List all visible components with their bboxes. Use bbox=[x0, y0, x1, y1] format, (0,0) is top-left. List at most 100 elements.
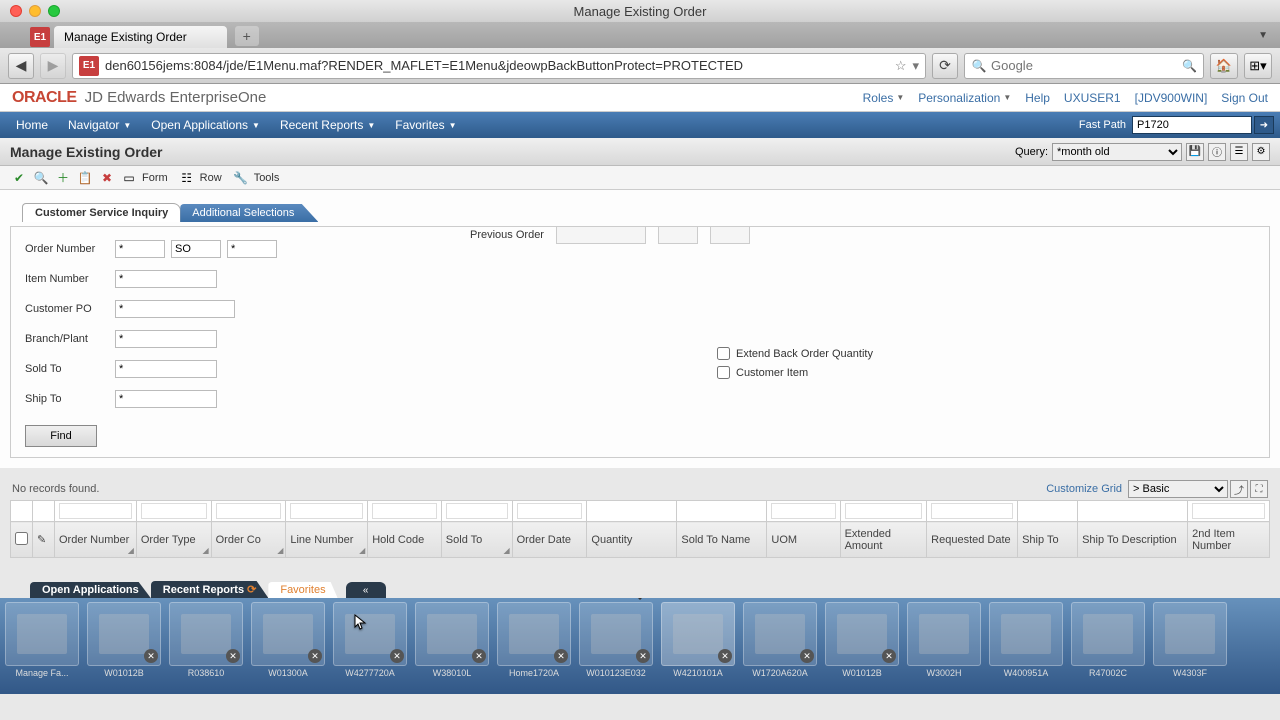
order-type-input[interactable] bbox=[171, 240, 221, 258]
carousel-close-icon[interactable]: ✕ bbox=[718, 649, 732, 663]
filter-order-type[interactable] bbox=[141, 503, 207, 519]
roles-link[interactable]: Roles▼ bbox=[863, 91, 905, 105]
carousel-item[interactable]: ✕W38010L bbox=[412, 602, 492, 692]
nav-back-button[interactable]: ◀ bbox=[8, 53, 34, 79]
menu-recent-reports[interactable]: Recent Reports▼ bbox=[270, 112, 385, 138]
tab-customer-service-inquiry[interactable]: Customer Service Inquiry bbox=[22, 203, 181, 222]
col-checkbox[interactable] bbox=[11, 522, 33, 558]
window-minimize[interactable] bbox=[29, 5, 41, 17]
carousel-close-icon[interactable]: ✕ bbox=[636, 649, 650, 663]
col-quantity[interactable]: Quantity bbox=[587, 522, 677, 558]
window-close[interactable] bbox=[10, 5, 22, 17]
query-action-3[interactable]: ⚙ bbox=[1252, 143, 1270, 161]
add-icon[interactable]: ＋ bbox=[54, 169, 72, 187]
grid-maximize-icon[interactable]: ⛶ bbox=[1250, 480, 1268, 498]
grid-export-icon[interactable]: ⤴ bbox=[1230, 480, 1248, 498]
carousel-item[interactable]: W3002H bbox=[904, 602, 984, 692]
carousel-item[interactable]: Manage Fa... bbox=[2, 602, 82, 692]
item-number-input[interactable] bbox=[115, 270, 217, 288]
col-2nd-item[interactable]: 2nd Item Number bbox=[1188, 522, 1270, 558]
tools-icon[interactable]: 🔧 bbox=[232, 169, 250, 187]
row-icon[interactable]: ☷ bbox=[178, 169, 196, 187]
filter-2nd-item[interactable] bbox=[1192, 503, 1265, 519]
carousel-item[interactable]: ✕W01300A bbox=[248, 602, 328, 692]
menu-open-applications[interactable]: Open Applications▼ bbox=[141, 112, 270, 138]
col-ship-to-desc[interactable]: Ship To Description bbox=[1078, 522, 1188, 558]
reload-button[interactable]: ⟳ bbox=[932, 53, 958, 79]
order-number-input[interactable] bbox=[115, 240, 165, 258]
carousel-close-icon[interactable]: ✕ bbox=[472, 649, 486, 663]
url-bar[interactable]: E1 ☆ ▾ bbox=[72, 53, 926, 79]
carousel-item[interactable]: ✕Home1720A bbox=[494, 602, 574, 692]
col-order-number[interactable]: Order Number◢ bbox=[55, 522, 137, 558]
col-extended-amount[interactable]: Extended Amount bbox=[840, 522, 927, 558]
menu-navigator[interactable]: Navigator▼ bbox=[58, 112, 141, 138]
find-icon[interactable]: 🔍 bbox=[32, 169, 50, 187]
col-order-co[interactable]: Order Co◢ bbox=[211, 522, 286, 558]
filter-hold-code[interactable] bbox=[372, 503, 437, 519]
tab-additional-selections[interactable]: Additional Selections bbox=[180, 204, 318, 222]
search-box[interactable]: 🔍 🔍 bbox=[964, 53, 1204, 79]
col-requested-date[interactable]: Requested Date bbox=[927, 522, 1018, 558]
extensions-button[interactable]: ⊞▾ bbox=[1244, 53, 1272, 79]
carousel-item[interactable]: ✕W01012B bbox=[822, 602, 902, 692]
form-menu[interactable]: Form bbox=[142, 172, 168, 184]
col-order-date[interactable]: Order Date bbox=[512, 522, 587, 558]
branch-plant-input[interactable] bbox=[115, 330, 217, 348]
query-action-1[interactable]: ⓘ bbox=[1208, 143, 1226, 161]
carousel-item[interactable]: ✕W010123E032 bbox=[576, 602, 656, 692]
grid-format-select[interactable]: > Basic bbox=[1128, 480, 1228, 498]
carousel-item[interactable]: ✕W01012B bbox=[84, 602, 164, 692]
extend-back-checkbox-input[interactable] bbox=[717, 347, 730, 360]
carousel-close-icon[interactable]: ✕ bbox=[800, 649, 814, 663]
col-sold-to-name[interactable]: Sold To Name bbox=[677, 522, 767, 558]
search-input[interactable] bbox=[991, 58, 1178, 73]
carousel-item[interactable]: ✕W1720A620A bbox=[740, 602, 820, 692]
tabs-dropdown-icon[interactable]: ▼ bbox=[1258, 30, 1268, 41]
carousel-item[interactable]: W4303F bbox=[1150, 602, 1230, 692]
menu-favorites[interactable]: Favorites▼ bbox=[385, 112, 466, 138]
query-action-2[interactable]: ☰ bbox=[1230, 143, 1248, 161]
filter-order-number[interactable] bbox=[59, 503, 132, 519]
customer-po-input[interactable] bbox=[115, 300, 235, 318]
col-uom[interactable]: UOM bbox=[767, 522, 840, 558]
carousel-item[interactable]: ✕R038610 bbox=[166, 602, 246, 692]
form-icon[interactable]: ▭ bbox=[120, 169, 138, 187]
col-order-type[interactable]: Order Type◢ bbox=[136, 522, 211, 558]
carousel-tab-favorites[interactable]: Favorites bbox=[268, 582, 337, 598]
ship-to-input[interactable] bbox=[115, 390, 217, 408]
browser-tab-active[interactable]: Manage Existing Order bbox=[54, 26, 227, 48]
order-co-input[interactable] bbox=[227, 240, 277, 258]
query-select[interactable]: *month old bbox=[1052, 143, 1182, 161]
previous-order-input-2[interactable] bbox=[658, 226, 698, 244]
customize-grid-link[interactable]: Customize Grid bbox=[1046, 483, 1122, 495]
filter-requested-date[interactable] bbox=[931, 503, 1013, 519]
carousel-close-icon[interactable]: ✕ bbox=[390, 649, 404, 663]
carousel-close-icon[interactable]: ✕ bbox=[144, 649, 158, 663]
col-line-number[interactable]: Line Number◢ bbox=[286, 522, 368, 558]
menu-home[interactable]: Home bbox=[6, 112, 58, 138]
bookmark-star-icon[interactable]: ☆ bbox=[895, 58, 907, 74]
filter-uom[interactable] bbox=[771, 503, 835, 519]
col-hold-code[interactable]: Hold Code bbox=[368, 522, 442, 558]
row-menu[interactable]: Row bbox=[200, 172, 222, 184]
carousel-close-icon[interactable]: ✕ bbox=[226, 649, 240, 663]
col-sold-to[interactable]: Sold To◢ bbox=[441, 522, 512, 558]
carousel-close-icon[interactable]: ✕ bbox=[882, 649, 896, 663]
nav-forward-button[interactable]: ▶ bbox=[40, 53, 66, 79]
carousel-close-icon[interactable]: ✕ bbox=[308, 649, 322, 663]
carousel-tab-open-apps[interactable]: Open Applications bbox=[30, 582, 151, 598]
window-zoom[interactable] bbox=[48, 5, 60, 17]
filter-order-date[interactable] bbox=[517, 503, 583, 519]
carousel-collapse-button[interactable]: « bbox=[346, 582, 386, 598]
new-tab-button[interactable]: + bbox=[235, 26, 259, 46]
carousel-tab-recent-reports[interactable]: Recent Reports ⟳ bbox=[151, 581, 269, 598]
carousel-item[interactable]: W400951A bbox=[986, 602, 1066, 692]
previous-order-input-3[interactable] bbox=[710, 226, 750, 244]
query-save-icon[interactable]: 💾 bbox=[1186, 143, 1204, 161]
delete-icon[interactable]: ✖ bbox=[98, 169, 116, 187]
carousel-item[interactable]: ✕W4277720A bbox=[330, 602, 410, 692]
previous-order-input-1[interactable] bbox=[556, 226, 646, 244]
carousel-item[interactable]: R47002C bbox=[1068, 602, 1148, 692]
personalization-link[interactable]: Personalization▼ bbox=[918, 91, 1011, 105]
